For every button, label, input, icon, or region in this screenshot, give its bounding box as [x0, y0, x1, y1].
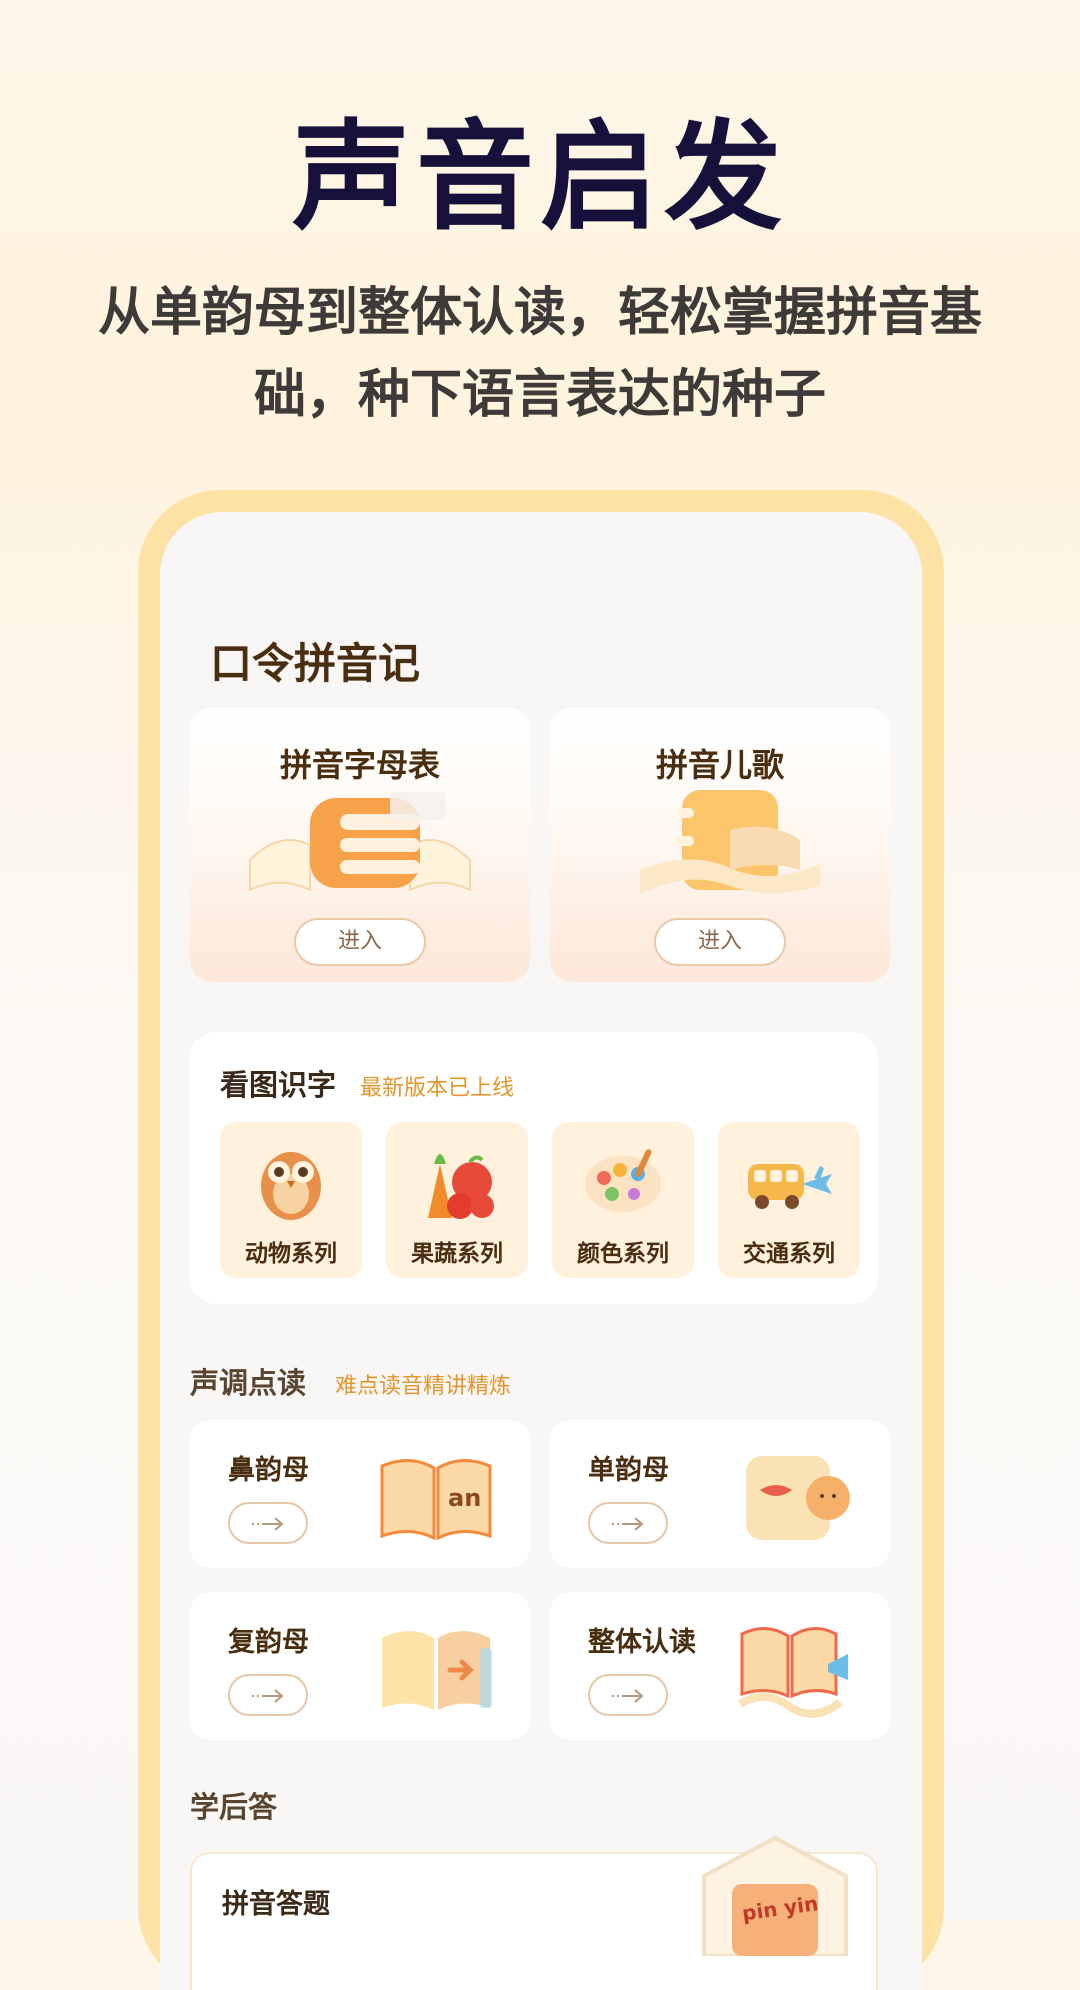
go-button[interactable]	[588, 1502, 668, 1544]
fruit-vegetable-icon	[428, 1154, 494, 1219]
arrow-right-icon	[252, 1517, 284, 1531]
card-label: 拼音儿歌	[655, 746, 784, 784]
section-title: 看图识字	[220, 1068, 337, 1102]
tone-card-label: 鼻韵母	[228, 1455, 309, 1486]
book-stack-icon	[249, 792, 471, 892]
tile-label: 果蔬系列	[411, 1241, 503, 1267]
section-tag: 难点读音精讲精炼	[335, 1374, 512, 1399]
go-button[interactable]	[588, 1674, 668, 1716]
tone-card-nasal-finals[interactable]: 鼻韵母 an	[190, 1420, 530, 1568]
arrow-right-icon	[612, 1517, 644, 1531]
book-megaphone-icon	[737, 1627, 848, 1718]
tone-card-single-finals[interactable]: 单韵母	[550, 1420, 890, 1568]
phone-frame: 口令拼音记 拼音字母表 进入 拼音儿歌 进入 看图识字 最新版本已上线 动物系列…	[138, 490, 944, 1990]
arrow-right-icon	[252, 1689, 284, 1703]
notebook-icon	[640, 790, 820, 894]
picture-words-panel: 看图识字 最新版本已上线 动物系列 果蔬系列 颜色系列 交通系列	[190, 1032, 878, 1304]
quiz-label: 拼音答题	[222, 1889, 330, 1920]
pinyin-alphabet-card[interactable]: 拼音字母表 进入	[190, 708, 530, 982]
tile-animals[interactable]: 动物系列	[220, 1122, 362, 1278]
vehicle-icon	[748, 1164, 832, 1209]
section-tag: 最新版本已上线	[360, 1076, 515, 1101]
section-title: 学后答	[190, 1790, 278, 1824]
lips-icon	[746, 1456, 850, 1540]
pinyin-songs-card[interactable]: 拼音儿歌 进入	[550, 708, 890, 982]
card-label: 拼音字母表	[279, 746, 440, 784]
go-button[interactable]	[228, 1674, 308, 1716]
tile-colors[interactable]: 颜色系列	[552, 1122, 694, 1278]
tile-label: 动物系列	[245, 1241, 337, 1267]
tile-label: 颜色系列	[577, 1241, 669, 1267]
tile-label: 交通系列	[743, 1241, 835, 1267]
app-title: 口令拼音记	[210, 639, 421, 688]
tone-card-compound-finals[interactable]: 复韵母	[190, 1592, 530, 1740]
hero-title: 声音启发	[291, 108, 788, 246]
pinyin-badge-icon: pin yin	[702, 1836, 848, 1956]
section-title: 声调点读	[190, 1366, 307, 1400]
hero-subtitle: 从单韵母到整体认读，轻松掌握拼音基础，种下语言表达的种子	[97, 283, 982, 425]
tile-transport[interactable]: 交通系列	[718, 1122, 860, 1278]
phone-screen: 口令拼音记 拼音字母表 进入 拼音儿歌 进入 看图识字 最新版本已上线 动物系列…	[160, 512, 922, 1990]
owl-icon	[261, 1152, 321, 1220]
pinyin-quiz-card[interactable]: 拼音答题 pin yin	[190, 1836, 878, 1990]
enter-button[interactable]: 进入	[294, 918, 426, 966]
arrow-right-icon	[612, 1689, 644, 1703]
tone-card-label: 整体认读	[588, 1627, 696, 1658]
palette-icon	[585, 1149, 661, 1212]
tone-card-label: 单韵母	[588, 1455, 669, 1486]
go-button[interactable]	[228, 1502, 308, 1544]
enter-button[interactable]: 进入	[654, 918, 786, 966]
tone-card-whole-syllables[interactable]: 整体认读	[550, 1592, 890, 1740]
open-book-an-icon: an	[380, 1459, 492, 1541]
tone-card-label: 复韵母	[228, 1627, 309, 1658]
tile-fruits-vegetables[interactable]: 果蔬系列	[386, 1122, 528, 1278]
book-arrow-icon	[382, 1631, 492, 1710]
svg-text:an: an	[448, 1484, 481, 1512]
